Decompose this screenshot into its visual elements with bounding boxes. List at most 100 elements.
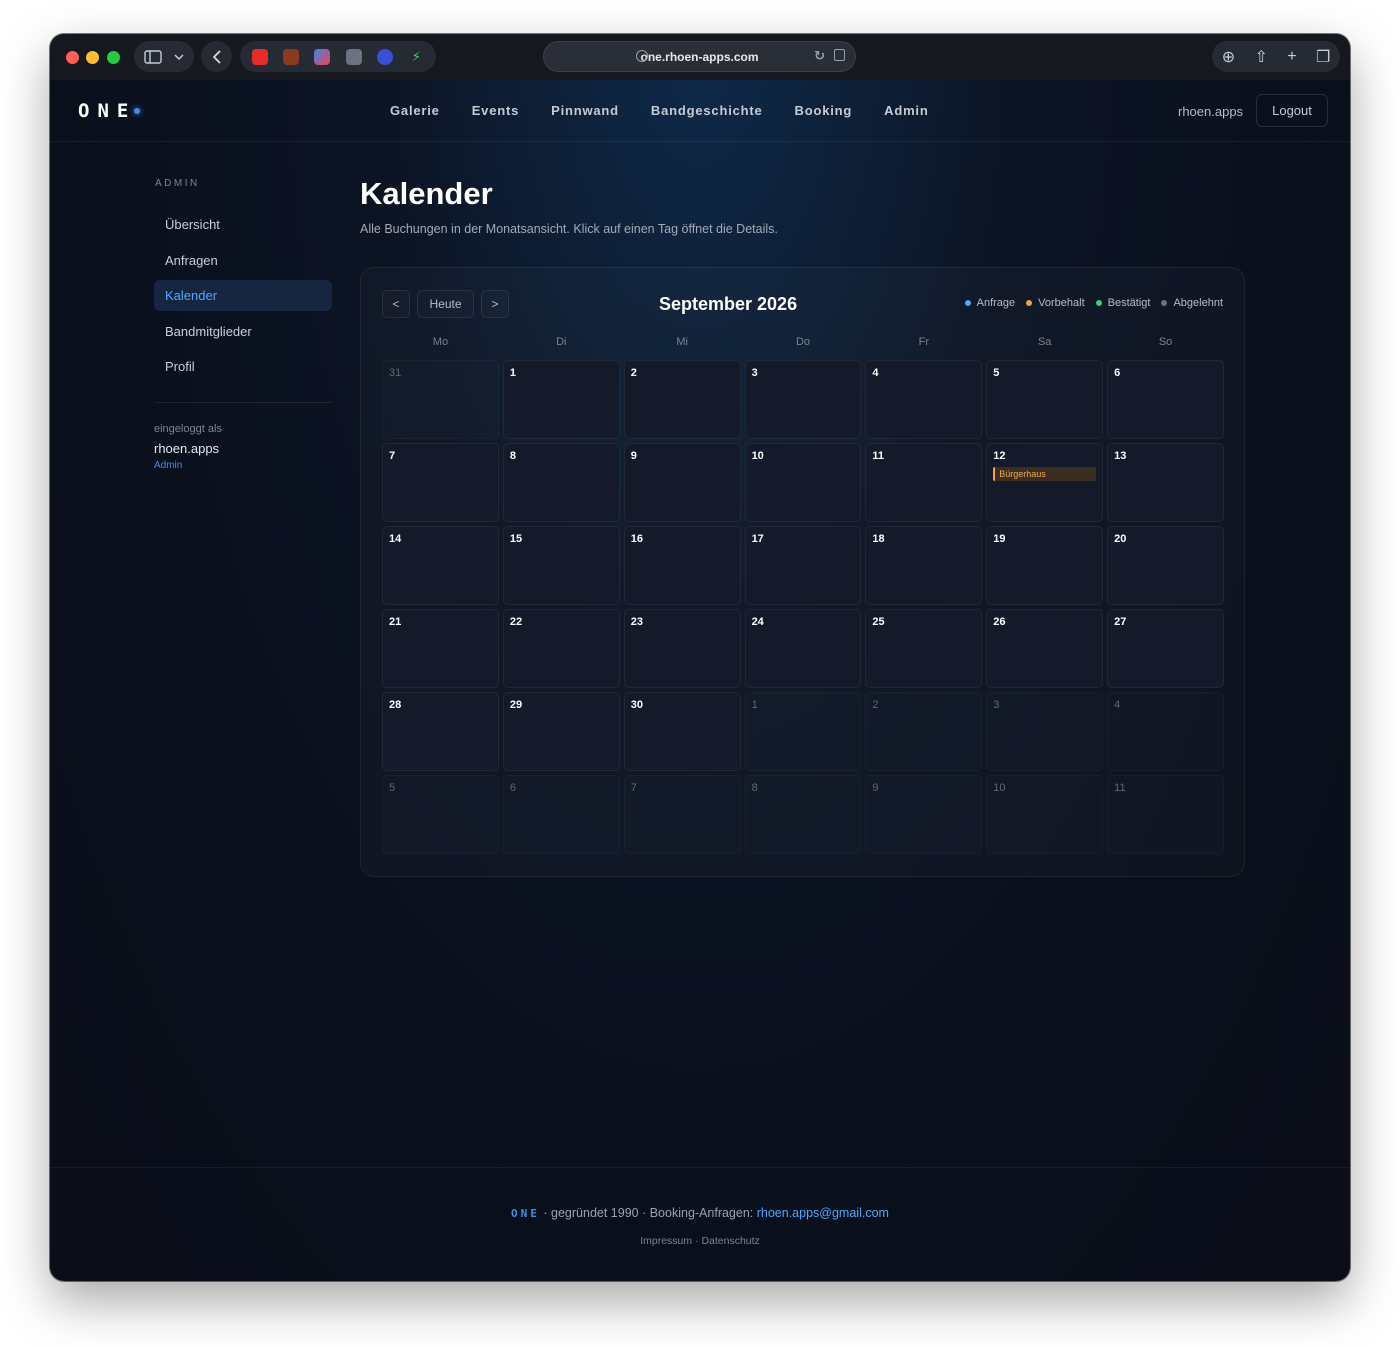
- address-bar[interactable]: one.rhoen-apps.com ↻: [544, 42, 855, 71]
- day-number: 2: [872, 699, 879, 711]
- sidebar-toggle-button[interactable]: [134, 41, 194, 72]
- shield-icon[interactable]: [376, 48, 393, 65]
- calendar-day-cell[interactable]: 7: [382, 443, 499, 522]
- day-number: 11: [872, 450, 885, 462]
- reader-icon[interactable]: [834, 49, 845, 61]
- legend-label: Vorbehalt: [1038, 297, 1085, 309]
- download-icon[interactable]: ⊕: [1222, 47, 1235, 67]
- sidebar-item-kalender[interactable]: Kalender: [154, 280, 332, 311]
- site-logo[interactable]: ONE: [78, 100, 136, 122]
- zoom-window-button[interactable]: [107, 51, 120, 64]
- calendar-day-cell[interactable]: 19: [986, 526, 1104, 605]
- nav-galerie[interactable]: Galerie: [390, 103, 440, 118]
- day-number: 29: [509, 699, 523, 711]
- calendar-day-cell[interactable]: 6: [503, 775, 620, 854]
- calendar-day-cell[interactable]: 8: [502, 443, 620, 522]
- calendar-day-cell[interactable]: 28: [382, 692, 499, 771]
- legend-anfrage: Anfrage: [964, 297, 1015, 309]
- today-button[interactable]: Heute: [417, 290, 474, 318]
- calendar-legend: Anfrage Vorbehalt Bestätigt Abgelehnt: [964, 297, 1223, 309]
- calendar-day-cell[interactable]: 5: [986, 360, 1104, 439]
- bolt-icon[interactable]: ⚡: [408, 49, 424, 65]
- sidebar-item-anfragen[interactable]: Anfragen: [154, 245, 332, 276]
- calendar-day-cell[interactable]: 1: [745, 692, 862, 771]
- stack-icon[interactable]: [314, 48, 331, 65]
- nav-bandgeschichte[interactable]: Bandgeschichte: [651, 103, 763, 118]
- calendar-day-cell[interactable]: 9: [865, 775, 982, 854]
- calendar-day-cell[interactable]: 10: [986, 775, 1103, 854]
- calendar-day-cell[interactable]: 2: [865, 692, 982, 771]
- prev-month-button[interactable]: <: [382, 290, 410, 318]
- share-icon[interactable]: ⇧: [1254, 47, 1267, 67]
- calendar-day-cell[interactable]: 15: [502, 526, 620, 605]
- day-number: 14: [389, 533, 402, 545]
- day-number: 12: [993, 450, 1006, 462]
- calendar-day-cell[interactable]: 30: [623, 692, 741, 771]
- calendar-day-cell[interactable]: 31: [382, 360, 499, 439]
- nav-booking[interactable]: Booking: [795, 103, 853, 118]
- calendar-day-cell[interactable]: 29: [502, 692, 620, 771]
- day-number: 10: [751, 450, 764, 462]
- footer-logo[interactable]: ONE: [511, 1207, 540, 1220]
- day-number: 6: [509, 782, 516, 794]
- chevron-left-icon: [212, 49, 221, 64]
- legend-dot: [1161, 300, 1168, 306]
- calendar-day-cell[interactable]: 24: [744, 609, 862, 688]
- day-number: 1: [751, 699, 758, 711]
- calendar-day-cell[interactable]: 21: [382, 609, 499, 688]
- calendar-day-cell[interactable]: 3: [986, 692, 1103, 771]
- calendar-day-cell[interactable]: 14: [382, 526, 499, 605]
- calendar-day-cell[interactable]: 4: [865, 360, 983, 439]
- logout-button[interactable]: Logout: [1256, 94, 1328, 127]
- calendar-day-cell[interactable]: 2: [623, 360, 741, 439]
- calendar-day-cell[interactable]: 12 Bürgerhaus: [986, 443, 1104, 522]
- calendar-day-cell[interactable]: 17: [744, 526, 862, 605]
- calendar-day-cell[interactable]: 8: [745, 775, 862, 854]
- back-button[interactable]: [201, 41, 232, 72]
- calendar-day-cell[interactable]: 3: [744, 360, 862, 439]
- weekday-label: So: [1158, 336, 1173, 348]
- close-window-button[interactable]: [66, 51, 79, 64]
- calendar-day-cell[interactable]: 7: [624, 775, 741, 854]
- calendar-day-cell[interactable]: 18: [865, 526, 983, 605]
- new-tab-icon[interactable]: +: [1287, 48, 1296, 66]
- legend-dot: [1026, 300, 1033, 306]
- login-role: Admin: [154, 460, 183, 471]
- calendar-day-cell[interactable]: 22: [502, 609, 620, 688]
- day-number: 5: [389, 782, 396, 794]
- calendar-day-cell[interactable]: 11: [1107, 775, 1224, 854]
- youtube-icon[interactable]: [251, 48, 268, 65]
- calendar-day-cell[interactable]: 4: [1107, 692, 1224, 771]
- calendar-day-cell[interactable]: 13: [1107, 443, 1224, 522]
- calendar-day-cell[interactable]: 26: [986, 609, 1104, 688]
- footer-links[interactable]: Impressum · Datenschutz: [50, 1235, 1350, 1247]
- calendar-day-cell[interactable]: 27: [1107, 609, 1224, 688]
- tab-overview-icon[interactable]: ❐: [1316, 47, 1330, 67]
- browser-actions: ⊕ ⇧ + ❐: [1212, 41, 1340, 72]
- calendar-day-cell[interactable]: 20: [1107, 526, 1224, 605]
- minimize-window-button[interactable]: [86, 51, 99, 64]
- footer-email-link[interactable]: rhoen.apps@gmail.com: [757, 1206, 889, 1220]
- calendar-day-cell[interactable]: 1: [502, 360, 620, 439]
- reload-icon[interactable]: ↻: [814, 48, 825, 64]
- booking-event[interactable]: Bürgerhaus: [993, 467, 1097, 481]
- next-month-button[interactable]: >: [481, 290, 509, 318]
- calendar-day-cell[interactable]: 16: [623, 526, 741, 605]
- asterisk-icon[interactable]: [282, 48, 299, 65]
- calendar-day-cell[interactable]: 10: [744, 443, 862, 522]
- calendar-day-cell[interactable]: 6: [1107, 360, 1224, 439]
- header-username[interactable]: rhoen.apps: [1178, 104, 1243, 119]
- nav-events[interactable]: Events: [472, 103, 519, 118]
- sidebar-item-profil[interactable]: Profil: [154, 351, 332, 382]
- calendar-day-cell[interactable]: 25: [865, 609, 983, 688]
- e-icon[interactable]: [345, 48, 362, 65]
- calendar-day-cell[interactable]: 9: [623, 443, 741, 522]
- day-number: 25: [872, 616, 885, 628]
- sidebar-item-bandmitglieder[interactable]: Bandmitglieder: [154, 316, 332, 347]
- nav-admin[interactable]: Admin: [884, 103, 928, 118]
- calendar-day-cell[interactable]: 11: [865, 443, 983, 522]
- sidebar-item-uebersicht[interactable]: Übersicht: [154, 209, 332, 240]
- calendar-day-cell[interactable]: 5: [382, 775, 499, 854]
- nav-pinnwand[interactable]: Pinnwand: [551, 103, 619, 118]
- calendar-day-cell[interactable]: 23: [623, 609, 741, 688]
